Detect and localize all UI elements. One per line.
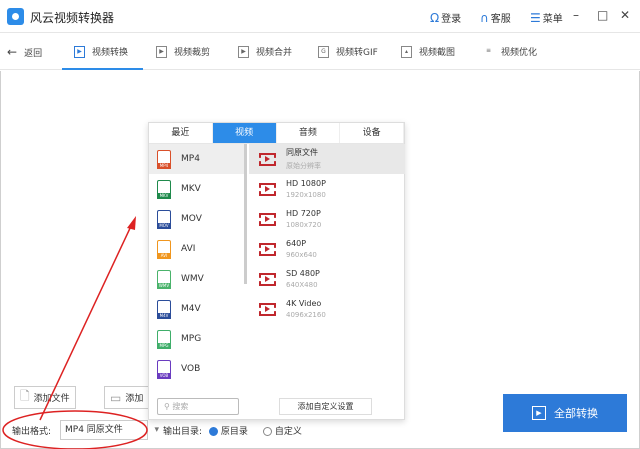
red-ellipse-annotation [2,410,148,449]
annotation-overlay [2,216,148,449]
red-arrowhead-icon [127,216,136,230]
red-arrow-line [39,223,133,421]
